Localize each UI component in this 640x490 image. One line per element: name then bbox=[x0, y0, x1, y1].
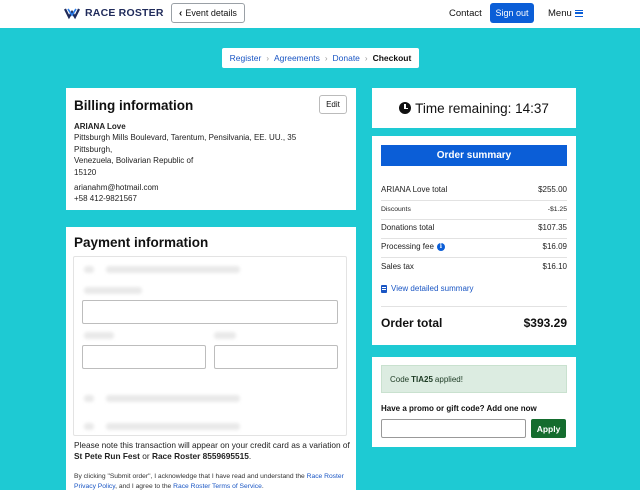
payment-blur-row bbox=[106, 423, 240, 430]
summary-row-value: $16.10 bbox=[542, 262, 567, 271]
order-summary-card: Order summary ARIANA Love total $255.00 … bbox=[372, 136, 576, 345]
billing-address-line1: Pittsburgh Mills Boulevard, Tarentum, Pe… bbox=[74, 133, 297, 143]
breadcrumb-agreements[interactable]: Agreements bbox=[274, 53, 320, 63]
divider bbox=[381, 306, 567, 307]
payment-blur-label bbox=[84, 332, 114, 339]
promo-applied-alert: Code TIA25 applied! bbox=[381, 365, 567, 393]
card-cvc-field[interactable] bbox=[214, 345, 338, 369]
billing-name: ARIANA Love bbox=[74, 122, 126, 131]
payment-blur-label bbox=[84, 287, 142, 294]
order-total-value: $393.29 bbox=[523, 316, 567, 330]
note-prefix: Please note this transaction will appear… bbox=[74, 440, 350, 450]
document-icon bbox=[381, 284, 387, 293]
statement-descriptor-note: Please note this transaction will appear… bbox=[74, 440, 350, 462]
promo-code-card: Code TIA25 applied! Have a promo or gift… bbox=[372, 357, 576, 447]
race-roster-logo-icon bbox=[64, 8, 80, 20]
payment-blur-row bbox=[106, 395, 240, 402]
billing-email: arianahm@hotmail.com bbox=[74, 183, 159, 193]
payment-blur-label bbox=[214, 332, 236, 339]
checkout-breadcrumb: Register › Agreements › Donate › Checkou… bbox=[222, 48, 419, 68]
event-details-label: Event details bbox=[185, 8, 237, 18]
summary-row-value: $255.00 bbox=[538, 185, 567, 194]
summary-row-label: ARIANA Love total bbox=[381, 185, 448, 194]
sign-out-button[interactable]: Sign out bbox=[490, 3, 534, 23]
processing-fee-label-group: Processing fee i bbox=[381, 242, 445, 251]
card-expiry-field[interactable] bbox=[82, 345, 206, 369]
divider bbox=[381, 219, 567, 220]
time-remaining-card: Time remaining: 14:37 bbox=[372, 88, 576, 128]
payment-form-frame bbox=[73, 256, 347, 436]
summary-row-value: -$1.25 bbox=[547, 206, 567, 213]
terms-prefix: By clicking "Submit order", I acknowledg… bbox=[74, 473, 305, 480]
order-total-label: Order total bbox=[381, 316, 443, 330]
descriptor-1: St Pete Run Fest bbox=[74, 451, 140, 462]
terms-end: . bbox=[261, 482, 264, 490]
event-details-button[interactable]: ‹ Event details bbox=[171, 3, 245, 23]
or-word: or bbox=[142, 451, 150, 462]
billing-postal: 15120 bbox=[74, 167, 97, 177]
payment-blur-row bbox=[84, 266, 94, 273]
terms-of-service-link[interactable]: Race Roster Terms of Service bbox=[173, 483, 262, 490]
chevron-right-icon: › bbox=[364, 53, 368, 63]
promo-code-input[interactable] bbox=[381, 419, 526, 438]
summary-row: Sales tax $16.10 bbox=[381, 262, 567, 271]
terms-note: By clicking "Submit order", I acknowledg… bbox=[74, 472, 354, 490]
top-navbar: RACE ROSTER ‹ Event details Contact Sign… bbox=[0, 0, 640, 28]
payment-blur-row bbox=[84, 423, 94, 430]
summary-row: ARIANA Love total $255.00 bbox=[381, 185, 567, 194]
payment-blur-row bbox=[84, 395, 94, 402]
race-roster-logo[interactable]: RACE ROSTER bbox=[64, 6, 164, 20]
summary-row: Discounts -$1.25 bbox=[381, 206, 567, 213]
order-summary-header: Order summary bbox=[381, 145, 567, 166]
chevron-right-icon: › bbox=[324, 53, 328, 63]
card-number-field[interactable] bbox=[82, 300, 338, 324]
applied-code: TIA25 bbox=[411, 374, 433, 384]
applied-prefix: Code bbox=[390, 374, 410, 384]
billing-title: Billing information bbox=[74, 98, 194, 113]
view-detailed-summary-link[interactable]: View detailed summary bbox=[381, 284, 474, 293]
payment-title: Payment information bbox=[74, 235, 209, 250]
menu-label: Menu bbox=[548, 8, 572, 19]
menu-button[interactable]: Menu bbox=[548, 8, 583, 19]
chevron-right-icon: › bbox=[266, 53, 269, 63]
summary-row-label: Sales tax bbox=[381, 262, 414, 271]
edit-billing-button[interactable]: Edit bbox=[319, 95, 347, 114]
summary-row-value: $16.09 bbox=[542, 242, 567, 251]
breadcrumb-checkout: Checkout bbox=[372, 53, 412, 63]
summary-row: Donations total $107.35 bbox=[381, 223, 567, 232]
applied-suffix: applied! bbox=[434, 374, 463, 384]
breadcrumb-donate[interactable]: Donate bbox=[333, 53, 360, 63]
billing-phone: +58 412-9821567 bbox=[74, 194, 137, 204]
hamburger-icon bbox=[574, 10, 583, 17]
summary-row-label: Donations total bbox=[381, 223, 435, 232]
payment-blur-row bbox=[106, 266, 240, 273]
apply-button[interactable]: Apply bbox=[531, 419, 566, 438]
descriptor-2: Race Roster 8559695515 bbox=[151, 451, 249, 462]
terms-mid: , and I agree to the bbox=[115, 482, 172, 490]
billing-address: ARIANA Love Pittsburgh Mills Boulevard, … bbox=[74, 121, 296, 205]
summary-row-value: $107.35 bbox=[538, 223, 567, 232]
billing-information-card: Billing information Edit ARIANA Love Pit… bbox=[66, 88, 356, 210]
contact-link[interactable]: Contact bbox=[449, 8, 482, 19]
summary-row-label: Processing fee bbox=[381, 242, 434, 251]
logo-text: RACE ROSTER bbox=[85, 7, 164, 19]
detail-link-label: View detailed summary bbox=[391, 284, 474, 293]
info-icon[interactable]: i bbox=[436, 242, 445, 251]
billing-address-line2: Pittsburgh, bbox=[74, 144, 113, 154]
promo-label: Have a promo or gift code? Add one now bbox=[381, 404, 537, 413]
divider bbox=[381, 200, 567, 201]
summary-row: Processing fee i $16.09 bbox=[381, 242, 567, 251]
chevron-left-icon: ‹ bbox=[179, 7, 183, 19]
breadcrumb-register[interactable]: Register bbox=[230, 53, 262, 63]
order-total-row: Order total $393.29 bbox=[381, 316, 567, 330]
clock-icon bbox=[399, 102, 412, 114]
payment-information-card: Payment information Please note this tra… bbox=[66, 227, 356, 490]
divider bbox=[381, 257, 567, 258]
time-remaining-text: Time remaining: 14:37 bbox=[415, 100, 549, 116]
summary-row-label: Discounts bbox=[381, 206, 411, 213]
divider bbox=[381, 238, 567, 239]
billing-address-line3: Venezuela, Bolivarian Republic of bbox=[74, 156, 194, 166]
